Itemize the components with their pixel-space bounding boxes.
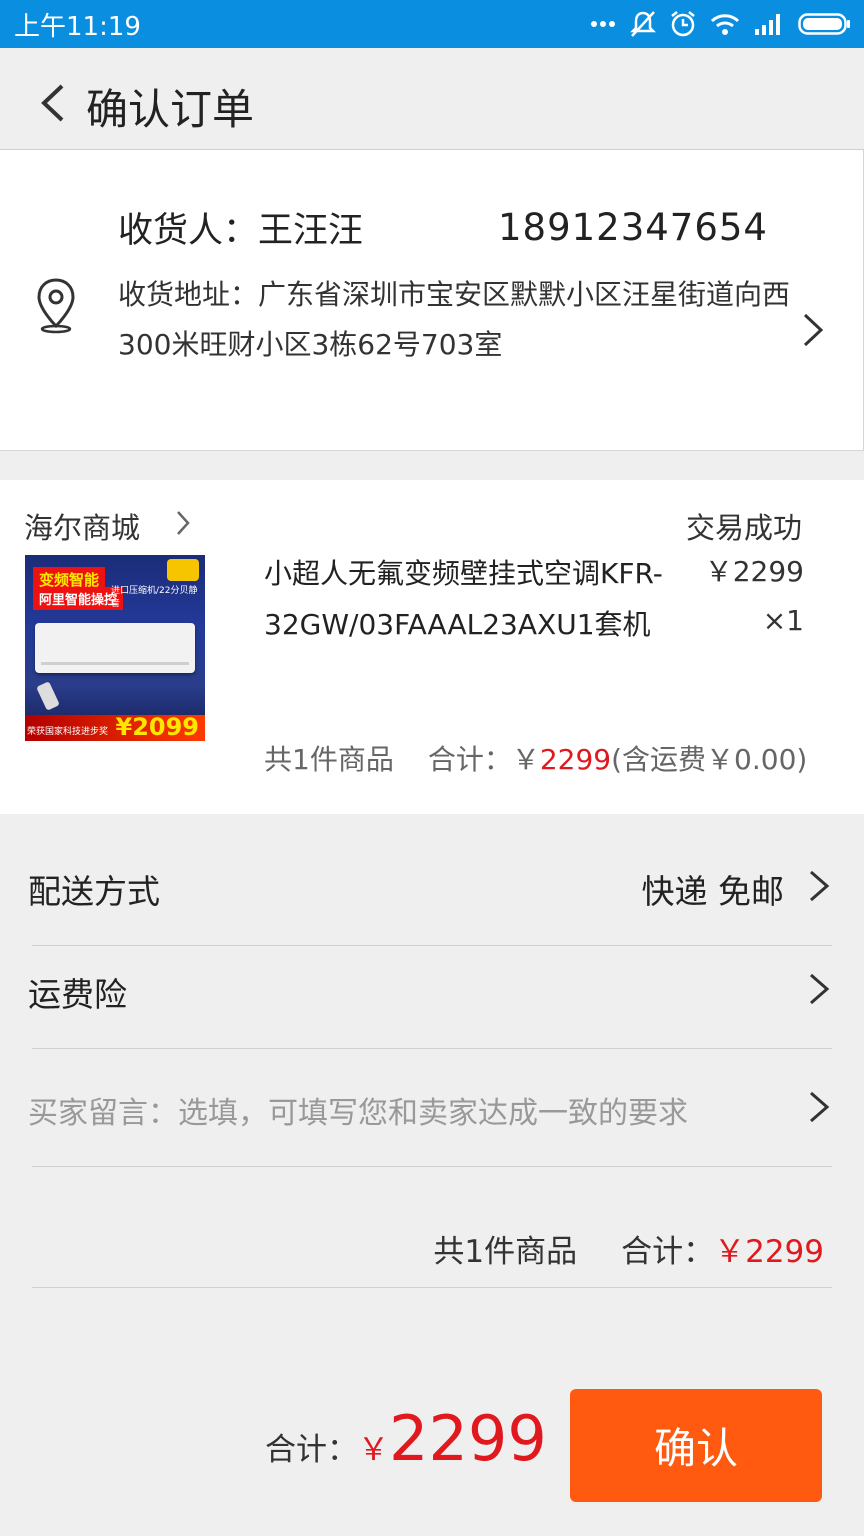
product-name[interactable]: 小超人无氟变频壁挂式空调KFR-32GW/03FAAAL23AXU1套机 <box>264 548 684 650</box>
divider <box>32 1048 832 1049</box>
subtotal-value: 2299 <box>539 743 612 776</box>
status-time: 上午11:19 <box>14 12 141 42</box>
buyer-message-input[interactable]: 买家留言：选填，可填写您和卖家达成一致的要求 <box>28 1088 688 1132</box>
chevron-right-icon <box>803 313 824 347</box>
product-quantity: ×1 <box>762 604 804 637</box>
status-icons <box>590 8 852 40</box>
mute-icon <box>630 11 656 37</box>
total-label: 合计： <box>621 1234 715 1270</box>
thumb-price: ¥2099 <box>115 713 200 741</box>
total-value: ￥2299 <box>714 1234 824 1270</box>
wifi-icon <box>710 14 740 35</box>
item-count: 共1件商品 <box>264 743 394 776</box>
status-bar: 上午11:19 <box>0 0 864 48</box>
receiver-name: 收货人：王汪汪 <box>118 211 364 251</box>
footer-currency: ￥ <box>358 1432 389 1468</box>
promo-badge <box>167 559 199 581</box>
location-pin-icon <box>37 278 75 334</box>
delivery-value: 快递 免邮 <box>641 872 785 911</box>
shipping-address: 收货地址：广东省深圳市宝安区默默小区汪星街道向西300米旺财小区3栋62号703… <box>118 278 791 361</box>
thumb-tag: 阿里智能操控 <box>33 587 124 610</box>
air-conditioner-image <box>35 623 195 673</box>
title-bar: 确认订单 <box>0 48 864 150</box>
order-total-row: 共1件商品 合计：￥2299 <box>0 1168 864 1288</box>
shop-name[interactable]: 海尔商城 <box>24 505 140 547</box>
signal-icon <box>755 14 780 35</box>
order-total: 共1件商品 合计：￥2299 <box>433 1226 824 1271</box>
chevron-left-icon[interactable] <box>36 82 72 124</box>
alarm-icon <box>671 11 695 37</box>
order-item-card: 海尔商城 交易成功 变频智能 阿里智能操控 进口压缩机/22分贝静音 荣获国家科… <box>0 480 864 814</box>
battery-icon <box>798 13 850 35</box>
order-status: 交易成功 <box>685 511 802 545</box>
subtotal-label: 合计：￥ <box>427 743 540 776</box>
chevron-right-icon <box>810 1091 830 1123</box>
page-title: 确认订单 <box>86 85 255 134</box>
more-dots-icon <box>591 21 615 27</box>
shipping-insurance-row[interactable]: 运费险 <box>0 932 864 1049</box>
order-summary: 共1件商品 合计：￥2299(含运费￥0.00) <box>264 738 807 778</box>
thumb-award: 荣获国家科技进步奖 <box>27 727 109 737</box>
product-thumbnail[interactable]: 变频智能 阿里智能操控 进口压缩机/22分贝静音 荣获国家科技进步奖 ¥2099 <box>25 555 205 741</box>
chevron-right-icon <box>810 973 830 1005</box>
confirm-button[interactable]: 确认 <box>570 1389 822 1502</box>
footer-total-amount: 2299 <box>389 1402 547 1475</box>
shipping-fee: (含运费￥0.00) <box>611 743 808 776</box>
product-price: ￥2299 <box>704 555 804 588</box>
divider <box>32 1287 832 1288</box>
remote-control-image <box>36 681 60 711</box>
delivery-method-row[interactable]: 配送方式 快递 免邮 <box>0 829 864 946</box>
footer-total-label: 合计： <box>265 1432 358 1468</box>
receiver-phone: 18912347654 <box>498 206 768 249</box>
buyer-message-row[interactable]: 买家留言：选填，可填写您和卖家达成一致的要求 <box>0 1050 864 1167</box>
delivery-label: 配送方式 <box>28 872 160 911</box>
address-card[interactable]: 收货人：王汪汪 18912347654 收货地址：广东省深圳市宝安区默默小区汪星… <box>0 150 864 451</box>
insurance-label: 运费险 <box>28 975 127 1014</box>
chevron-right-icon[interactable] <box>176 510 190 536</box>
footer-total: 合计：￥2299 <box>265 1402 547 1475</box>
thumb-subtitle: 进口压缩机/22分贝静音 <box>111 586 198 609</box>
divider <box>32 1166 832 1167</box>
total-count: 共1件商品 <box>433 1234 578 1270</box>
chevron-right-icon <box>810 870 830 902</box>
